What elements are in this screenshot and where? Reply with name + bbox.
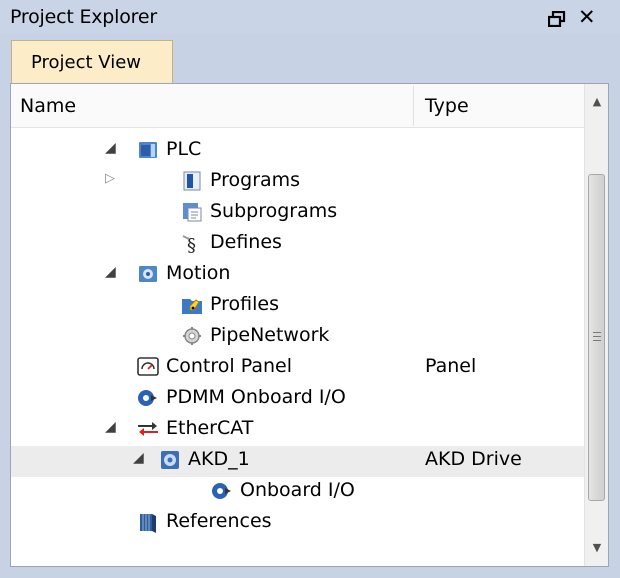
tree-item-type: Panel [425,355,477,377]
scroll-grip-icon [593,332,601,341]
tree-row[interactable]: References [11,508,584,539]
tree-row[interactable]: PipeNetwork [11,322,584,353]
tree-row[interactable]: ◢ Motion [11,260,584,291]
project-tree-panel: Name Type ◢ PLC ▷ Programs Subprograms § Defin… [10,83,609,567]
tree-row[interactable]: § Defines [11,229,584,260]
control-panel-icon [137,356,159,378]
tree-row[interactable]: Subprograms [11,198,584,229]
tree-item-label: Subprograms [210,200,338,222]
tree-row[interactable]: ◢ EtherCAT [11,415,584,446]
close-icon[interactable]: ✕ [578,6,596,28]
defines-icon: § [181,232,203,256]
references-icon [137,511,159,533]
tree-row[interactable]: ▷ Programs [11,167,584,198]
vertical-scrollbar[interactable]: ▲ ▼ [584,84,608,566]
tree-row[interactable]: Control Panel Panel [11,353,584,384]
profiles-icon [181,294,203,316]
expand-arrow-icon[interactable]: ▷ [105,171,115,186]
motion-icon [137,263,159,285]
tree-item-label: PDMM Onboard I/O [166,386,346,408]
tree-item-label: AKD_1 [188,448,250,470]
collapse-arrow-icon[interactable]: ◢ [105,264,116,280]
tree-item-label: Defines [210,231,282,253]
tree-item-label: Motion [166,262,231,284]
panel-titlebar: Project Explorer ✕ [0,0,620,34]
collapse-arrow-icon[interactable]: ◢ [105,419,116,435]
plc-icon [137,139,159,161]
tree-item-label: PipeNetwork [210,324,330,346]
drive-icon [159,449,181,471]
collapse-arrow-icon[interactable]: ◢ [105,140,116,156]
pipenetwork-icon [181,325,203,347]
tree-item-label: PLC [166,138,202,160]
tree-row[interactable]: Profiles [11,291,584,322]
tree-row[interactable]: ◢ AKD_1 AKD Drive [11,446,584,477]
scroll-thumb[interactable] [588,174,605,501]
tree-item-label: References [166,510,272,532]
programs-icon [181,170,203,192]
tab-label: Project View [31,52,142,73]
tree-item-label: Control Panel [166,355,292,377]
tree-row[interactable]: PDMM Onboard I/O [11,384,584,415]
tab-project-view[interactable]: Project View [11,40,173,83]
panel-title: Project Explorer [10,6,157,28]
tree-item-label: Profiles [210,293,279,315]
tree-item-label: Programs [210,169,301,191]
scroll-up-button[interactable]: ▲ [585,90,608,114]
tree-item-label: Onboard I/O [240,479,355,501]
ethercat-icon [137,418,159,440]
io-icon [211,480,233,502]
tree-row[interactable]: Onboard I/O [11,477,584,508]
tree-row[interactable]: ◢ PLC [11,136,584,167]
pin-icon[interactable] [548,11,566,27]
collapse-arrow-icon[interactable]: ◢ [133,450,144,466]
column-header-type[interactable]: Type [425,95,469,117]
tree-item-label: EtherCAT [166,417,254,439]
scroll-down-button[interactable]: ▼ [585,536,608,560]
column-header-name[interactable]: Name [20,95,76,117]
column-divider[interactable] [413,86,414,126]
tree-item-type: AKD Drive [425,448,522,470]
column-header: Name Type [11,84,584,128]
subprograms-icon [181,201,203,223]
io-icon [137,387,159,409]
